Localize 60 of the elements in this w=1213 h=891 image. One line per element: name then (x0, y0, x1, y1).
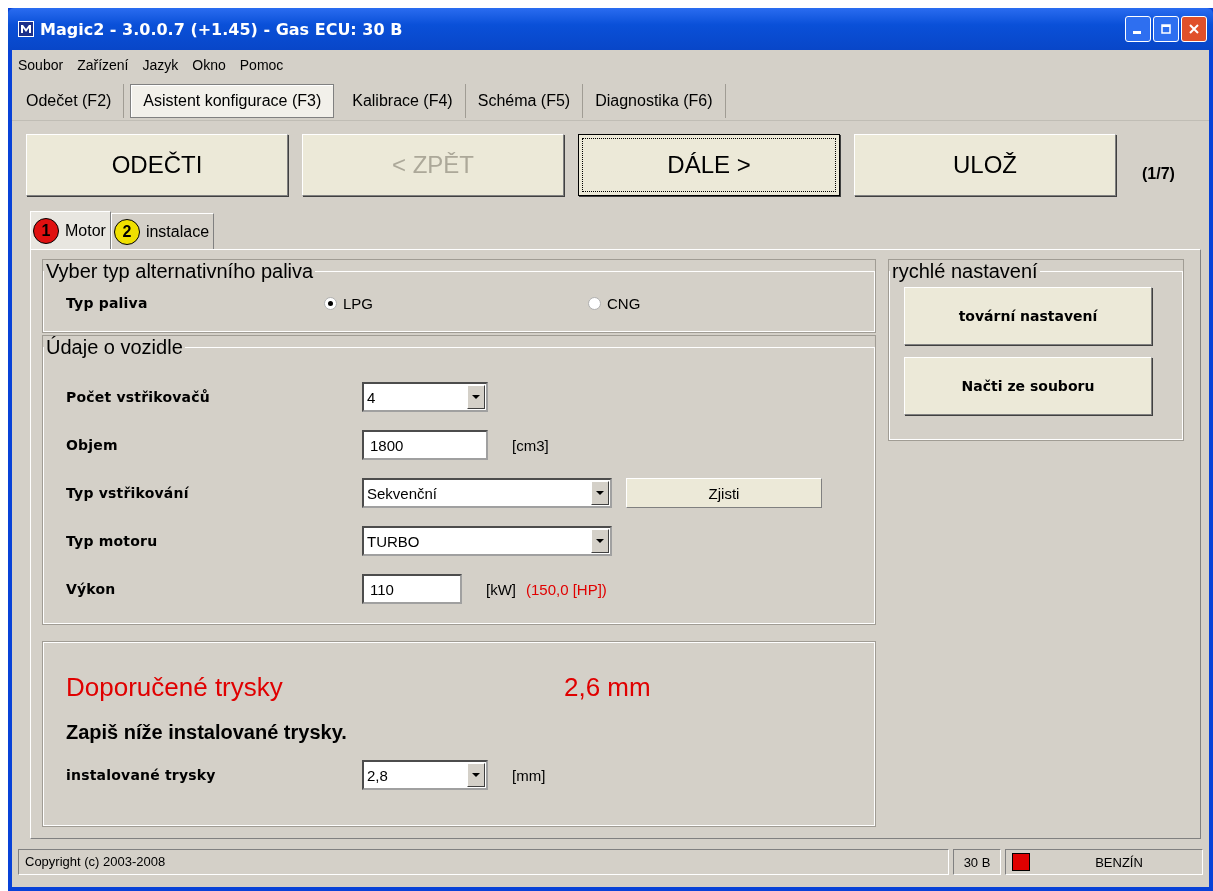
tab[interactable]: 1 Motor (30, 211, 111, 249)
tab[interactable]: 2 instalace (110, 213, 215, 249)
close-icon (1188, 23, 1200, 35)
tab[interactable]: Diagnostika (F6) (583, 84, 726, 118)
recommendation-value: 2,6 mm (564, 671, 651, 703)
status-indicator (1012, 853, 1030, 871)
menu-item[interactable]: Soubor (18, 57, 64, 73)
caret-icon (596, 490, 604, 496)
tab[interactable]: Kalibrace (F4) (340, 84, 466, 118)
input-field[interactable]: 110 (362, 574, 462, 604)
dropdown[interactable]: TURBO (362, 526, 612, 556)
action-button[interactable]: DÁLE > (578, 134, 840, 196)
copyright-text: Copyright (c) 2003-2008 (18, 849, 949, 875)
caret-icon (472, 394, 480, 400)
minimize-icon (1133, 30, 1141, 34)
close-button[interactable] (1181, 16, 1207, 42)
group-title: rychlé nastavení (891, 260, 1039, 283)
radio-option[interactable]: LPG (324, 294, 588, 312)
input-field[interactable]: 1800 (362, 430, 488, 460)
field-label: Výkon (66, 581, 117, 597)
ecu-label: 30 B (953, 849, 1001, 875)
menu-item[interactable]: Jazyk (142, 57, 179, 73)
dropdown[interactable]: 2,8 (362, 760, 488, 790)
unit-label: [cm3] (512, 436, 549, 454)
field-label: instalované trysky (66, 767, 217, 783)
action-button[interactable]: ODEČTI (26, 134, 288, 196)
unit-label: [mm] (512, 766, 546, 784)
app-icon (18, 21, 34, 37)
window-title: Magic2 - 3.0.0.7 (+1.45) - Gas ECU: 30 B (40, 19, 404, 39)
menu-item[interactable]: Okno (192, 57, 226, 73)
unit-label: [kW] (486, 580, 516, 598)
tab[interactable]: Odečet (F2) (14, 84, 125, 118)
group-title: Vyber typ alternativního paliva (45, 260, 315, 283)
tab[interactable]: Asistent konfigurace (F3) (130, 84, 335, 118)
recommendation-label: Doporučené trysky (66, 671, 284, 703)
instruction-text: Zapiš níže instalované trysky. (66, 721, 348, 745)
dropdown[interactable]: Sekvenční (362, 478, 612, 508)
field-label: Objem (66, 437, 119, 453)
preset-button[interactable]: Načti ze souboru (904, 357, 1152, 415)
detect-button[interactable]: Zjisti (626, 478, 822, 508)
field-label: Typ paliva (66, 295, 149, 311)
menu-item[interactable]: Pomoc (239, 57, 284, 73)
radio-option[interactable]: CNG (588, 294, 852, 312)
field-label: Typ vstřikování (66, 485, 190, 501)
minimize-button[interactable] (1125, 16, 1151, 42)
mode-label: BENZÍN (1094, 854, 1144, 870)
conversion-note: (150,0 [HP]) (526, 580, 607, 598)
menu-item[interactable]: Zařízení (77, 57, 129, 73)
maximize-icon (1161, 24, 1171, 34)
field-label: Počet vstřikovačů (66, 389, 211, 405)
maximize-button[interactable] (1153, 16, 1179, 42)
caret-icon (472, 772, 480, 778)
preset-button[interactable]: tovární nastavení (904, 287, 1152, 345)
step-counter: (1/7) (1142, 165, 1175, 183)
tab[interactable]: Schéma (F5) (465, 84, 584, 118)
dropdown[interactable]: 4 (362, 382, 488, 412)
field-label: Typ motoru (66, 533, 159, 549)
action-button[interactable]: ULOŽ (854, 134, 1116, 196)
caret-icon (596, 538, 604, 544)
group-title: Údaje o vozidle (45, 336, 184, 359)
